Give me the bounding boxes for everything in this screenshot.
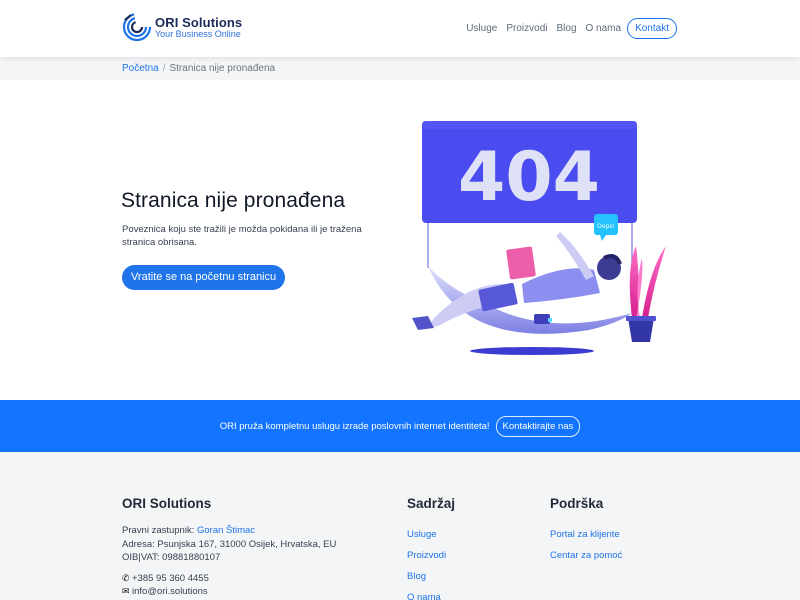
company-address: Adresa: Psunjska 167, 31000 Osijek, Hrva… — [122, 538, 337, 550]
footer-company-title: ORI Solutions — [122, 496, 212, 511]
brand-name: ORI Solutions — [155, 14, 243, 30]
contact-us-button[interactable]: Kontaktirajte nas — [495, 415, 581, 437]
oops-bubble-text: Oops! — [597, 223, 615, 230]
breadcrumb-current: Stranica nije pronađena — [169, 63, 276, 74]
footer-link-usluge[interactable]: Usluge — [407, 529, 446, 550]
company-contact: ✆ +385 95 360 4455 ✉ info@ori.solutions — [122, 572, 209, 598]
cta-band: ORI pruža kompletnu uslugu izrade poslov… — [0, 400, 800, 452]
logo[interactable]: ORI Solutions Your Business Online — [122, 12, 242, 42]
company-email[interactable]: info@ori.solutions — [132, 586, 208, 597]
error-code: 404 — [458, 138, 600, 217]
company-phone[interactable]: +385 95 360 4455 — [132, 573, 209, 584]
breadcrumb: Početna / Stranica nije pronađena — [0, 57, 800, 80]
breadcrumb-separator: / — [162, 63, 166, 74]
logo-swirl-icon — [122, 12, 152, 42]
nav-item-proizvodi[interactable]: Proizvodi — [506, 23, 547, 34]
breadcrumb-home-link[interactable]: Početna — [122, 63, 159, 74]
rep-label: Pravni zastupnik: — [122, 525, 195, 536]
footer-support-title: Podrška — [550, 496, 604, 511]
envelope-icon: ✉ — [122, 586, 130, 596]
footer-link-o-nama[interactable]: O nama — [407, 592, 446, 600]
page-description: Poveznica koju ste tražili je možda poki… — [122, 224, 362, 248]
company-info: Pravni zastupnik: Goran Štimac Adresa: P… — [122, 524, 336, 565]
main-nav: Usluge Proizvodi Blog O nama Kontakt — [457, 18, 677, 39]
nav-item-usluge[interactable]: Usluge — [466, 23, 497, 34]
company-oib: OIB|VAT: 09881880107 — [122, 552, 221, 563]
footer-content-title: Sadržaj — [407, 496, 456, 511]
nav-item-o-nama[interactable]: O nama — [586, 23, 622, 34]
nav-item-blog[interactable]: Blog — [556, 23, 576, 34]
footer-support-links: Portal za klijente Centar za pomoć — [550, 529, 622, 571]
site-footer: ORI Solutions Pravni zastupnik: Goran Št… — [0, 452, 800, 600]
contact-button[interactable]: Kontakt — [627, 18, 677, 39]
rep-name-link[interactable]: Goran Štimac — [197, 525, 255, 536]
page-title: Stranica nije pronađena — [121, 189, 346, 212]
footer-link-help-center[interactable]: Centar za pomoć — [550, 550, 622, 571]
footer-link-client-portal[interactable]: Portal za klijente — [550, 529, 622, 550]
footer-link-blog[interactable]: Blog — [407, 571, 446, 592]
footer-content-links: Usluge Proizvodi Blog O nama — [407, 529, 446, 600]
phone-icon: ✆ — [122, 573, 130, 583]
404-illustration: 404 Oops! — [412, 121, 666, 355]
back-home-button[interactable]: Vratite se na početnu stranicu — [122, 265, 286, 290]
cta-text: ORI pruža kompletnu uslugu izrade poslov… — [219, 420, 490, 432]
brand-tagline: Your Business Online — [155, 28, 241, 39]
footer-link-proizvodi[interactable]: Proizvodi — [407, 550, 446, 571]
site-header: ORI Solutions Your Business Online Uslug… — [0, 0, 800, 57]
